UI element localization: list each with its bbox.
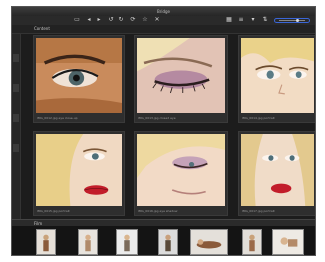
refresh-icon[interactable]: ⟳ (130, 17, 136, 23)
thumbnail-size-slider[interactable] (274, 18, 310, 23)
folder-icon[interactable]: ▭ (74, 17, 80, 23)
left-sidebar (12, 34, 21, 219)
eye-shadow-photo (137, 134, 225, 206)
thumbnail-cell[interactable]: IMG_0012.jpg eye close-up (33, 35, 125, 123)
thumbnail-cell[interactable]: IMG_0017.jpg portrait (238, 131, 315, 216)
filter-icon[interactable]: ▾ (250, 17, 256, 23)
eye-closeup-photo (36, 38, 122, 113)
thumbnail-caption: IMG_0013.jpg closed eye (138, 116, 176, 120)
thumbnail-caption: IMG_0016.jpg eye shadow (138, 209, 178, 213)
thumbnail-caption: IMG_0012.jpg eye close-up (37, 116, 78, 120)
star-icon[interactable]: ☆ (142, 17, 148, 23)
sidebar-button[interactable] (13, 84, 19, 92)
thumbnail-cell[interactable]: IMG_0013.jpg closed eye (134, 35, 228, 123)
back-icon[interactable]: ◂ (86, 17, 92, 23)
view-grid-icon[interactable]: ▦ (226, 17, 232, 23)
thumbnail-cell[interactable]: IMG_0014.jpg portrait (238, 35, 315, 123)
rotate-right-icon[interactable]: ↻ (118, 17, 124, 23)
portrait-photo (241, 134, 314, 206)
content-panel-label: Content (34, 26, 50, 31)
filmstrip-thumbnail[interactable] (190, 229, 228, 255)
thumbnail-caption: IMG_0017.jpg portrait (242, 209, 275, 213)
view-list-icon[interactable]: ≡ (238, 17, 244, 23)
closed-eye-photo (137, 38, 225, 113)
sidebar-button[interactable] (13, 54, 19, 62)
thumbnail-caption: IMG_0014.jpg portrait (242, 116, 275, 120)
photo-browser-window: Bridge ▭ ◂ ▸ ↺ ↻ ⟳ ☆ ✕ ▦ ≡ ▾ ⇅ Content I… (11, 6, 316, 256)
content-panel-header: Content (12, 25, 315, 34)
toolbar: ▭ ◂ ▸ ↺ ↻ ⟳ ☆ ✕ ▦ ≡ ▾ ⇅ (12, 16, 315, 25)
filmstrip-thumbnail[interactable] (242, 229, 262, 255)
filmstrip-thumbnail[interactable] (158, 229, 178, 255)
filmstrip (12, 226, 315, 255)
rotate-left-icon[interactable]: ↺ (108, 17, 114, 23)
sidebar-button[interactable] (13, 144, 19, 152)
filmstrip-thumbnail[interactable] (78, 229, 98, 255)
slider-track (279, 19, 305, 22)
sidebar-button[interactable] (13, 114, 19, 122)
filmstrip-thumbnail[interactable] (116, 229, 138, 255)
filmstrip-thumbnail[interactable] (272, 229, 304, 255)
thumbnail-caption: IMG_0015.jpg portrait (37, 209, 70, 213)
portrait-photo (36, 134, 122, 206)
trash-icon[interactable]: ✕ (154, 17, 160, 23)
thumbnail-cell[interactable]: IMG_0016.jpg eye shadow (134, 131, 228, 216)
forward-icon[interactable]: ▸ (96, 17, 102, 23)
slider-handle[interactable] (296, 19, 299, 22)
filmstrip-thumbnail[interactable] (36, 229, 56, 255)
window-title: Bridge (12, 7, 315, 16)
thumbnail-cell[interactable]: IMG_0015.jpg portrait (33, 131, 125, 216)
sort-icon[interactable]: ⇅ (262, 17, 268, 23)
portrait-photo (241, 38, 314, 113)
